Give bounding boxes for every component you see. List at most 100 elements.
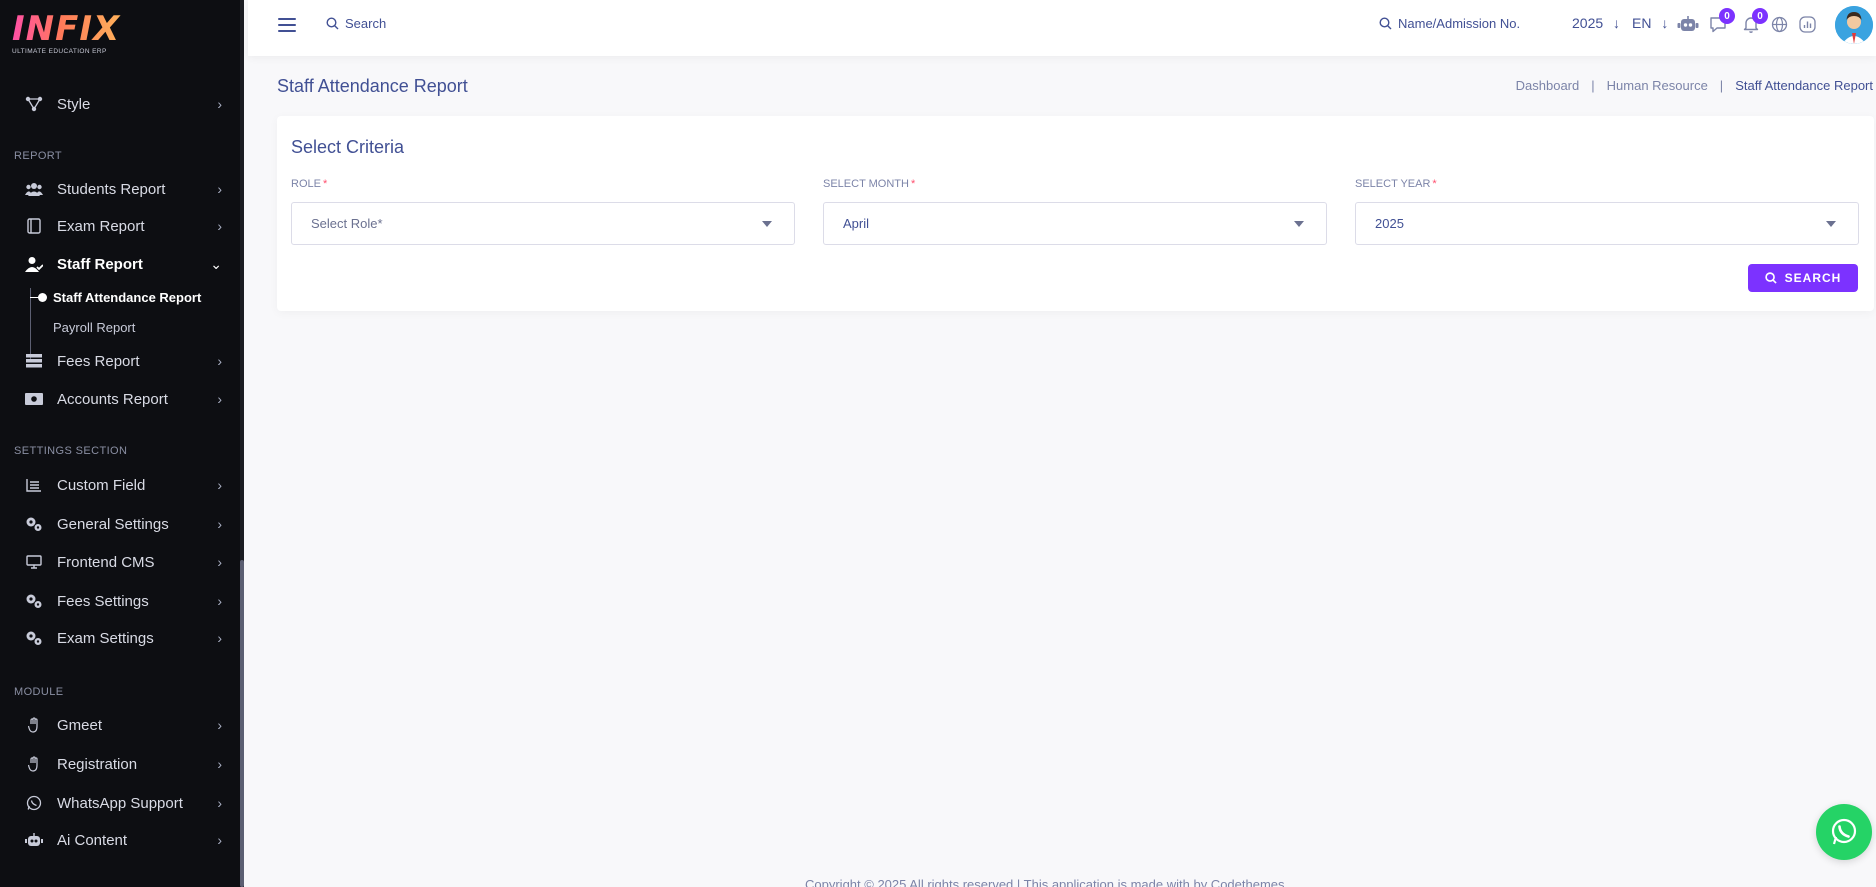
caret-down-icon — [1826, 221, 1836, 227]
chevron-right-icon: › — [217, 832, 222, 848]
breadcrumb: Dashboard | Human Resource | Staff Atten… — [1516, 78, 1873, 93]
sidebar-item-registration[interactable]: Registration › — [0, 747, 240, 781]
sidebar-item-label: WhatsApp Support — [57, 794, 183, 812]
sidebar-item-label: Frontend CMS — [57, 553, 155, 571]
chevron-right-icon: › — [217, 391, 222, 407]
breadcrumb-separator: | — [1719, 78, 1724, 93]
criteria-heading: Select Criteria — [291, 137, 405, 157]
role-select[interactable]: Select Role* — [291, 202, 795, 245]
admission-search[interactable]: Name/Admission No. — [1379, 16, 1520, 31]
chevron-right-icon: › — [217, 630, 222, 646]
section-label-report: REPORT — [14, 150, 63, 162]
ai-robot-icon[interactable] — [1677, 13, 1699, 35]
section-label-settings: SETTINGS SECTION — [14, 445, 128, 457]
caret-down-icon — [1294, 221, 1304, 227]
sidebar-subitem-payroll-report[interactable]: Payroll Report — [53, 320, 135, 335]
chevron-right-icon: › — [217, 353, 222, 369]
month-label-text: SELECT MONTH — [823, 178, 909, 190]
arrow-down-icon: ↓ — [1613, 15, 1621, 31]
sidebar-item-label: Staff Report — [57, 255, 143, 273]
menu-toggle-icon[interactable] — [278, 18, 296, 32]
gears-icon — [24, 591, 44, 611]
user-avatar[interactable] — [1835, 6, 1873, 44]
sidebar-item-exam-settings[interactable]: Exam Settings › — [0, 621, 240, 655]
gears-icon — [24, 628, 44, 648]
sidebar-item-label: Fees Report — [57, 352, 140, 370]
sidebar-item-exam-report[interactable]: Exam Report › — [0, 209, 240, 243]
brand-wordmark: INFIX — [12, 9, 121, 49]
month-label: SELECT MONTH * — [823, 178, 915, 190]
breadcrumb-human-resource[interactable]: Human Resource — [1607, 78, 1708, 93]
search-button[interactable]: SEARCH — [1748, 264, 1858, 292]
sidebar-item-label: General Settings — [57, 515, 169, 533]
sidebar-item-staff-report[interactable]: Staff Report ⌄ — [0, 247, 240, 281]
sidebar-item-style[interactable]: Style › — [0, 87, 240, 121]
search-icon — [1379, 17, 1392, 30]
year-select[interactable]: 2025 — [1355, 202, 1859, 245]
sidebar-item-accounts-report[interactable]: Accounts Report › — [0, 382, 240, 416]
exam-icon — [24, 216, 44, 236]
sidebar-item-gmeet[interactable]: Gmeet › — [0, 708, 240, 742]
globe-icon[interactable] — [1768, 13, 1790, 35]
sidebar-item-students-report[interactable]: Students Report › — [0, 172, 240, 206]
language-selector[interactable]: EN ↓ — [1632, 15, 1668, 31]
role-select-value: Select Role* — [311, 216, 383, 231]
sidebar-item-fees-settings[interactable]: Fees Settings › — [0, 584, 240, 618]
hand-icon — [24, 754, 44, 774]
chevron-right-icon: › — [217, 717, 222, 733]
whatsapp-icon — [24, 793, 44, 813]
sidebar-item-label: Fees Settings — [57, 592, 149, 610]
role-label: ROLE * — [291, 178, 327, 190]
sidebar-item-label: Exam Report — [57, 217, 145, 235]
whatsapp-chat-button[interactable] — [1816, 804, 1872, 860]
breadcrumb-dashboard[interactable]: Dashboard — [1516, 78, 1580, 93]
year-label: SELECT YEAR * — [1355, 178, 1437, 190]
search-icon — [1764, 272, 1777, 284]
search-button-label: SEARCH — [1784, 271, 1842, 285]
year-value: 2025 — [1572, 15, 1604, 31]
sidebar-subitem-staff-attendance-report[interactable]: Staff Attendance Report — [53, 290, 201, 305]
sidebar-scrollbar[interactable] — [240, 0, 244, 887]
sidebar-item-whatsapp-support[interactable]: WhatsApp Support › — [0, 786, 240, 820]
chevron-right-icon: › — [217, 181, 222, 197]
month-select[interactable]: April — [823, 202, 1327, 245]
fees-icon — [24, 351, 44, 371]
sidebar-item-frontend-cms[interactable]: Frontend CMS › — [0, 545, 240, 579]
role-label-text: ROLE — [291, 178, 321, 190]
breadcrumb-current: Staff Attendance Report — [1735, 78, 1873, 93]
admission-search-placeholder: Name/Admission No. — [1398, 16, 1521, 31]
year-select-value: 2025 — [1375, 216, 1404, 231]
select-criteria-card: Select Criteria ROLE * Select Role* SELEC… — [277, 116, 1874, 311]
students-icon — [24, 179, 44, 199]
chevron-right-icon: › — [217, 795, 222, 811]
brand-tagline: ULTIMATE EDUCATION ERP — [12, 48, 107, 55]
brand-logo[interactable]: INFIX ULTIMATE EDUCATION ERP — [12, 12, 122, 62]
style-icon — [24, 94, 44, 114]
search-icon — [326, 17, 339, 30]
notification-bell-icon[interactable]: 0 — [1740, 8, 1768, 35]
required-mark: * — [910, 178, 916, 190]
required-mark: * — [322, 178, 328, 190]
sidebar-item-custom-field[interactable]: Custom Field › — [0, 468, 240, 502]
chevron-right-icon: › — [217, 516, 222, 532]
caret-down-icon — [762, 221, 772, 227]
chevron-right-icon: › — [217, 554, 222, 570]
sidebar-item-ai-content[interactable]: Ai Content › — [0, 823, 240, 857]
sidebar-item-general-settings[interactable]: General Settings › — [0, 507, 240, 541]
global-search[interactable]: Search — [326, 16, 386, 31]
monitor-icon — [24, 552, 44, 572]
sidebar-item-fees-report[interactable]: Fees Report › — [0, 344, 240, 378]
required-mark: * — [1432, 178, 1437, 190]
sidebar-item-label: Gmeet — [57, 716, 103, 734]
staff-icon — [24, 254, 44, 274]
analytics-icon[interactable] — [1796, 13, 1818, 35]
sidebar-scrollbar-thumb[interactable] — [240, 560, 244, 887]
chevron-right-icon: › — [217, 477, 222, 493]
custom-field-icon — [24, 475, 44, 495]
messages-icon[interactable]: 0 — [1707, 8, 1735, 35]
year-selector[interactable]: 2025 ↓ — [1572, 15, 1620, 31]
footer-copyright: Copyright © 2025 All rights reserved | T… — [805, 877, 1285, 887]
chevron-down-icon: ⌄ — [210, 255, 222, 272]
month-select-value: April — [843, 216, 870, 231]
active-dot-icon — [38, 293, 47, 302]
